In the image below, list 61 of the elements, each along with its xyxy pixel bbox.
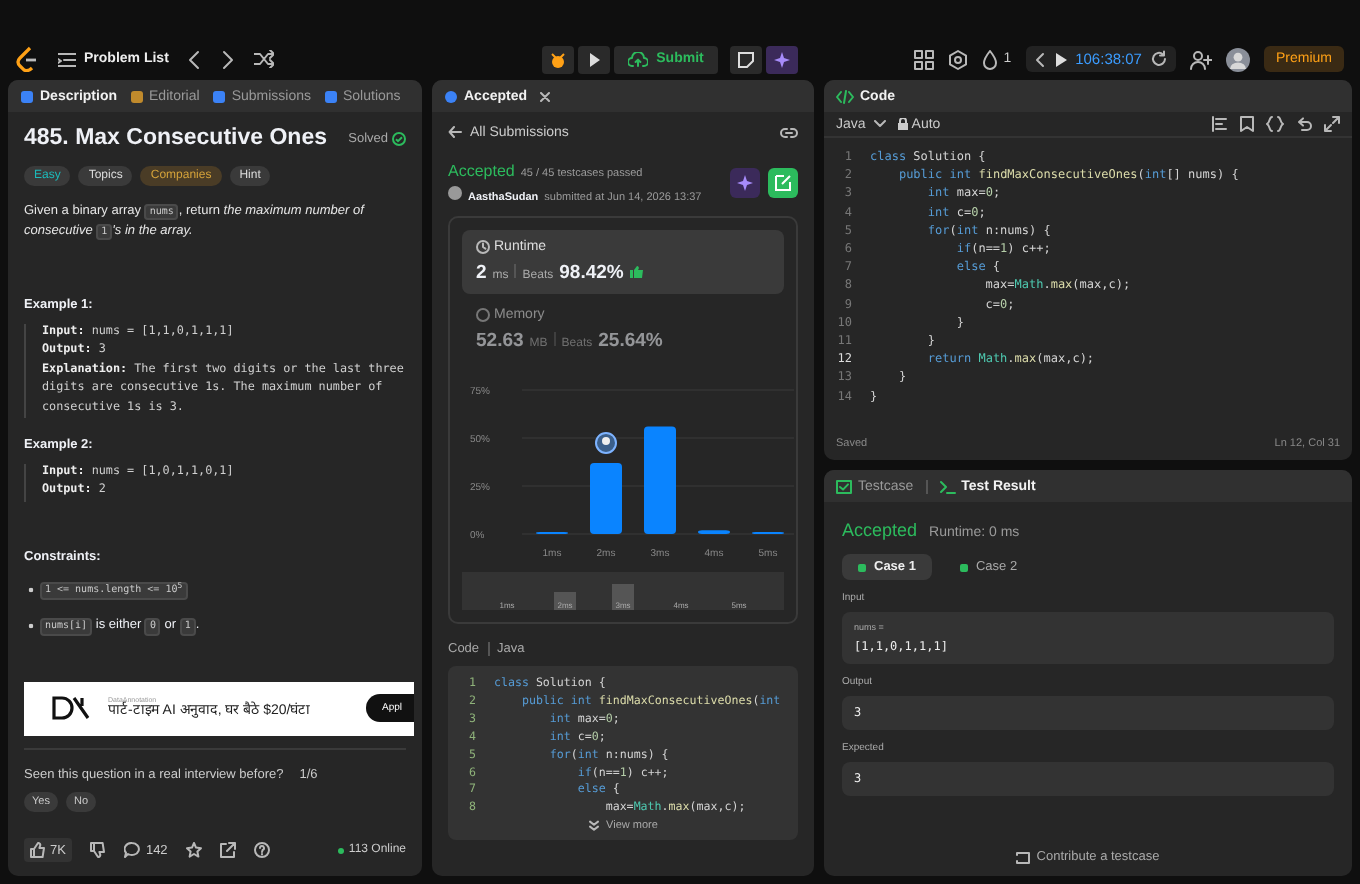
circle-icon xyxy=(476,308,490,322)
logo-icon[interactable] xyxy=(16,46,40,72)
comment-icon xyxy=(123,842,140,858)
tab-icon xyxy=(20,89,34,103)
chevron-left-icon[interactable] xyxy=(1033,51,1046,67)
format-icon[interactable] xyxy=(1212,116,1228,132)
thumbs-up-icon xyxy=(629,266,644,278)
metric-value: 2 xyxy=(476,262,487,284)
tab-icon xyxy=(323,89,337,103)
thumbs-up-icon xyxy=(30,842,46,858)
tab-icon xyxy=(211,89,226,103)
check-icon xyxy=(858,563,866,571)
braces-icon[interactable] xyxy=(1266,116,1284,132)
chevrons-down-icon xyxy=(588,820,601,833)
help-icon[interactable] xyxy=(253,842,270,858)
checkbox-icon xyxy=(836,479,852,493)
check-icon xyxy=(959,563,968,571)
metric-value: 52.63 xyxy=(476,330,524,352)
clock-icon xyxy=(476,240,490,254)
terminal-icon xyxy=(939,479,956,493)
sparkle-icon[interactable] xyxy=(730,168,760,198)
beats-percent: 98.42% xyxy=(559,262,624,284)
cloud-upload-icon xyxy=(628,51,649,67)
layout-icon[interactable] xyxy=(913,49,934,69)
bookmark-icon[interactable] xyxy=(1240,116,1254,132)
problem-title: 485. Max Consecutive Ones xyxy=(24,126,327,150)
note-icon[interactable] xyxy=(729,45,762,73)
arrow-left-icon xyxy=(448,126,462,138)
ad-logo-icon xyxy=(52,696,92,721)
sparkle-icon[interactable] xyxy=(765,45,798,73)
bracket-icon xyxy=(1016,851,1031,863)
play-icon[interactable] xyxy=(1053,51,1068,67)
run-icon[interactable] xyxy=(578,45,611,73)
star-icon[interactable] xyxy=(185,842,202,858)
verdict-text: Accepted xyxy=(842,520,918,540)
list-icon xyxy=(58,51,76,67)
tab-icon xyxy=(129,89,144,103)
bug-icon[interactable] xyxy=(542,45,575,73)
settings-icon[interactable] xyxy=(947,49,968,69)
avatar xyxy=(448,186,462,200)
check-circle-icon xyxy=(392,131,406,145)
dislike-icon[interactable] xyxy=(89,842,106,858)
expand-icon[interactable] xyxy=(1324,116,1340,132)
circle-icon xyxy=(444,89,458,103)
caret-icon xyxy=(873,120,886,128)
edit-icon[interactable] xyxy=(768,168,798,198)
beats-percent: 25.64% xyxy=(598,330,663,352)
link-icon[interactable] xyxy=(780,125,798,139)
share-icon[interactable] xyxy=(219,842,236,858)
code-icon xyxy=(836,89,854,103)
lock-icon xyxy=(897,118,908,130)
avatar-marker xyxy=(595,431,617,454)
avatar[interactable] xyxy=(1225,47,1250,71)
refresh-icon[interactable] xyxy=(1149,50,1168,68)
chevron-right-icon[interactable] xyxy=(220,49,237,69)
verdict-text: Accepted xyxy=(448,162,515,180)
chevron-left-icon[interactable] xyxy=(186,49,203,69)
undo-icon[interactable] xyxy=(1296,116,1312,132)
close-icon[interactable] xyxy=(539,91,550,101)
add-user-icon[interactable] xyxy=(1189,49,1212,69)
shuffle-icon[interactable] xyxy=(254,50,275,68)
